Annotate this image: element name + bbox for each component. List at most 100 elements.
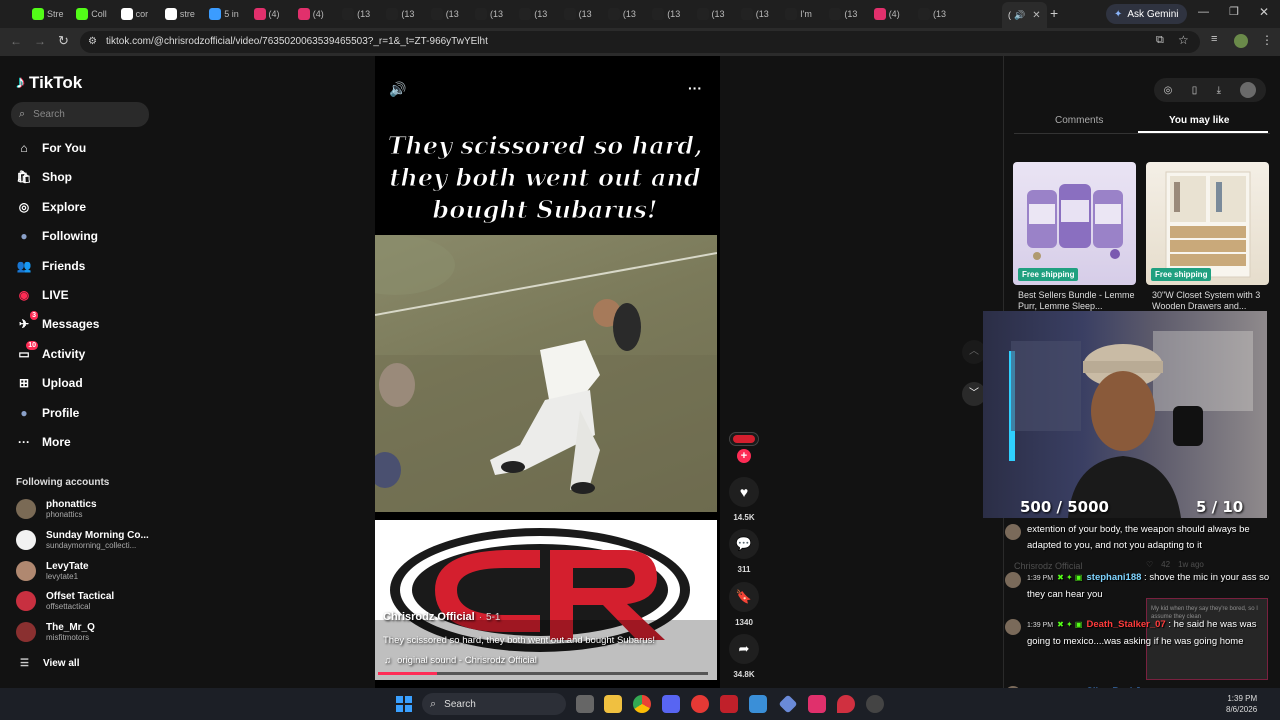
browser-menu-icon[interactable]: ⋮: [1261, 33, 1273, 47]
sidebar-item-upload[interactable]: ⊞ Upload: [16, 373, 83, 393]
app-icon-blue[interactable]: [749, 695, 767, 713]
reload-icon[interactable]: ↻: [58, 33, 69, 49]
save-action[interactable]: 🔖 1340: [729, 582, 759, 627]
tiktok-logo[interactable]: ♪ TikTok: [16, 72, 82, 93]
following-account[interactable]: Offset Tactical offsettactical: [16, 591, 114, 612]
url-field[interactable]: ⚙ tiktok.com/@chrisrodzofficial/video/76…: [80, 31, 1200, 53]
active-tab[interactable]: ( 🔊 ✕: [1002, 2, 1047, 28]
sidebar-item-shop[interactable]: 🛍 Shop: [16, 167, 72, 187]
browser-tab[interactable]: (13: [696, 4, 737, 24]
save-button[interactable]: 🔖: [729, 582, 759, 612]
app-icon-red[interactable]: [720, 695, 738, 713]
product-title-1[interactable]: Best Sellers Bundle - Lemme Purr, Lemme …: [1018, 290, 1141, 312]
product-card-2[interactable]: Free shipping: [1146, 162, 1269, 285]
taskbar-search[interactable]: ⌕ Search: [422, 693, 566, 715]
sidebar-item-activity[interactable]: ▭ 10 Activity: [16, 340, 85, 364]
browser-tab[interactable]: (4): [873, 4, 914, 24]
sidebar-item-for-you[interactable]: ⌂ For You: [16, 138, 86, 158]
sidebar-item-profile[interactable]: ● Profile: [16, 403, 79, 423]
browser-tab[interactable]: stre: [164, 4, 205, 24]
browser-tab[interactable]: (13: [607, 4, 648, 24]
app-icon-pin[interactable]: [837, 695, 855, 713]
browser-tab[interactable]: cor: [120, 4, 161, 24]
browser-tab[interactable]: Stre: [32, 4, 72, 24]
browser-tab[interactable]: (13: [342, 4, 382, 24]
tab-you-may-like[interactable]: You may like: [1169, 115, 1229, 126]
chrome-icon[interactable]: [633, 695, 651, 713]
browser-tab[interactable]: (13: [652, 4, 692, 24]
product-title-2[interactable]: 30"W Closet System with 3 Wooden Drawers…: [1152, 290, 1275, 312]
browser-tab[interactable]: (13: [918, 4, 958, 24]
phone-icon[interactable]: ▯: [1192, 85, 1198, 96]
browser-tab[interactable]: (13: [829, 4, 869, 24]
discord-icon[interactable]: [662, 695, 680, 713]
youtube-icon[interactable]: [691, 695, 709, 713]
browser-tab[interactable]: (13: [740, 4, 781, 24]
browser-tab[interactable]: (13: [563, 4, 604, 24]
volume-icon[interactable]: 🔊: [389, 81, 406, 98]
sidebar-item-more[interactable]: ··· More: [16, 432, 71, 452]
app-icon-diamond[interactable]: [778, 694, 798, 714]
browser-tab[interactable]: (4): [253, 4, 294, 24]
ask-gemini-button[interactable]: ✦ Ask Gemini: [1106, 4, 1187, 24]
author-name[interactable]: Chrisrodz Official: [383, 611, 475, 623]
sidebar-item-following[interactable]: ● Following: [16, 226, 98, 246]
sidebar-item-explore[interactable]: ◎ Explore: [16, 197, 86, 217]
chat-username[interactable]: stephani188: [1087, 572, 1142, 583]
install-app-icon[interactable]: ⧉: [1156, 34, 1164, 47]
maximize-button[interactable]: ❐: [1229, 5, 1239, 18]
browser-tab[interactable]: Coll: [76, 4, 116, 24]
following-account[interactable]: Sunday Morning Co... sundaymorning_collec…: [16, 529, 149, 550]
taskbar-clock[interactable]: 1:39 PM 8/6/2026: [1226, 693, 1257, 715]
sidebar-item-label: Profile: [42, 405, 80, 420]
app-icon-pink[interactable]: [808, 695, 826, 713]
video-progress-bar[interactable]: [378, 672, 708, 675]
friends-icon: 👥: [16, 258, 32, 273]
site-info-icon[interactable]: ⚙: [88, 31, 97, 53]
new-tab-button[interactable]: +: [1050, 5, 1058, 21]
windows-start-icon[interactable]: [396, 696, 412, 712]
download-icon[interactable]: ⤓: [1217, 85, 1221, 96]
browser-tab[interactable]: 5 in: [209, 4, 249, 24]
profile-avatar[interactable]: [1234, 34, 1248, 48]
sidebar-item-friends[interactable]: 👥 Friends: [16, 256, 86, 276]
following-account[interactable]: The_Mr_Q misfitmotors: [16, 622, 95, 643]
app-icon-settings[interactable]: [866, 695, 884, 713]
like-button[interactable]: ♥: [729, 477, 759, 507]
task-view-icon[interactable]: [576, 695, 594, 713]
share-action[interactable]: ➦ 34.8K: [729, 634, 759, 679]
user-avatar-small[interactable]: [1240, 82, 1257, 98]
browser-tab[interactable]: (13: [519, 4, 559, 24]
browser-tab[interactable]: I'm: [785, 4, 825, 24]
comment-action[interactable]: 💬 311: [729, 529, 759, 574]
sound-line[interactable]: ♫ original sound - Chrisrodz Official: [384, 655, 537, 666]
browser-tab[interactable]: (13: [386, 4, 426, 24]
following-account[interactable]: phonattics phonattics: [16, 499, 97, 519]
media-icon[interactable]: ≡: [1211, 33, 1217, 45]
browser-tab[interactable]: (13: [430, 4, 471, 24]
follow-plus-button[interactable]: +: [737, 449, 751, 463]
video-more-icon[interactable]: ···: [688, 80, 702, 96]
browser-tab[interactable]: (13: [475, 4, 515, 24]
forward-icon[interactable]: →: [34, 34, 46, 48]
share-button[interactable]: ➦: [729, 634, 759, 664]
tab-close-icon[interactable]: ✕: [1032, 10, 1040, 21]
browser-tab[interactable]: (4): [297, 4, 338, 24]
tab-comments[interactable]: Comments: [1055, 115, 1103, 126]
creator-avatar[interactable]: [729, 432, 759, 446]
file-explorer-icon[interactable]: [604, 695, 622, 713]
sidebar-item-live[interactable]: ◉ LIVE: [16, 285, 69, 305]
back-icon[interactable]: ←: [10, 34, 22, 48]
like-action[interactable]: ♥ 14.5K: [729, 477, 759, 522]
following-account[interactable]: LevyTate levytate1: [16, 560, 89, 581]
bookmark-star-icon[interactable]: ☆: [1178, 33, 1189, 47]
compass-small-icon[interactable]: ◎: [1164, 85, 1173, 96]
window-close-button[interactable]: ✕: [1259, 5, 1269, 19]
chat-username[interactable]: Death_Stalker_07: [1087, 619, 1166, 630]
minimize-button[interactable]: —: [1198, 6, 1209, 18]
view-all-link[interactable]: ☰ View all: [20, 658, 79, 669]
search-box[interactable]: ⌕ Search: [11, 102, 149, 127]
product-card-1[interactable]: Free shipping: [1013, 162, 1136, 285]
comment-button[interactable]: 💬: [729, 529, 759, 559]
sidebar-item-messages[interactable]: ✈ 3 Messages: [16, 311, 99, 334]
